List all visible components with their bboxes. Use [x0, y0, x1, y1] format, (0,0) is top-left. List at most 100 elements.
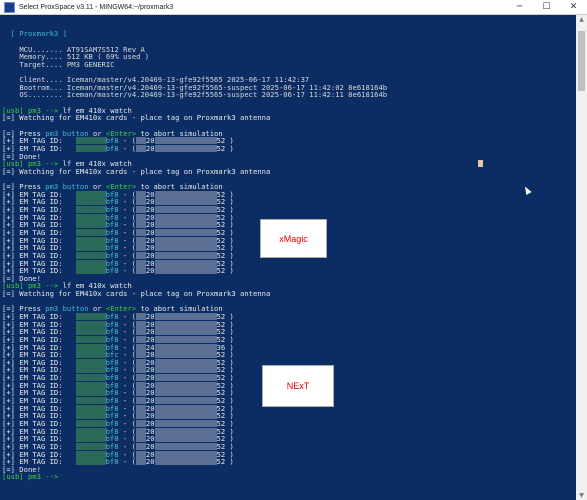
- redacted-block: [75, 221, 106, 229]
- watching-message: [=] Watching for EM410x cards - place ta…: [2, 289, 271, 299]
- redacted-block: [135, 313, 146, 320]
- tag-row: [+] EM TAG ID: bfc - (20 52 ): [2, 351, 575, 359]
- redacted-block: [135, 343, 146, 351]
- redacted-block: [135, 397, 146, 405]
- tag-close: ): [225, 457, 234, 467]
- os-info: OS........ Iceman/master/v4.20469-13-gfe…: [19, 90, 388, 100]
- redacted-block: [75, 198, 106, 206]
- done-line: [=] Done!: [2, 465, 575, 474]
- redacted-block: [154, 313, 217, 320]
- redacted-block: [75, 397, 106, 405]
- redacted-block: [75, 335, 106, 343]
- maximize-button[interactable]: ☐: [533, 0, 560, 14]
- redacted-block: [135, 198, 146, 206]
- redacted-block: [135, 427, 146, 435]
- redacted-block: [75, 404, 106, 412]
- final-prompt: [usb] pm3 -->: [2, 472, 59, 482]
- redacted-block: [75, 313, 106, 320]
- redacted-block: [154, 427, 217, 435]
- scroll-thumb[interactable]: [578, 31, 585, 91]
- redacted-block: [75, 236, 106, 244]
- target-info: Target.... PM3 GENERIC: [19, 59, 115, 69]
- abort-or: or: [88, 128, 106, 138]
- redacted-block: [75, 358, 106, 366]
- redacted-block: [135, 458, 146, 466]
- redacted-block: [75, 389, 106, 397]
- redacted-block: [75, 442, 106, 450]
- tag-id-end: 52: [216, 457, 226, 467]
- tag-row: [+] EM TAG ID: bf8 - (20 52 ): [2, 145, 575, 153]
- scroll-down-icon[interactable]: ▼: [576, 491, 587, 500]
- terminal-window: Select ProxSpace v3.11 - MINGW64:~/proxm…: [0, 0, 587, 500]
- watching-message: [=] Watching for EM410x cards - place ta…: [2, 166, 271, 176]
- redacted-block: [135, 320, 146, 328]
- redacted-block: [135, 450, 146, 458]
- redacted-block: [75, 366, 106, 374]
- redacted-block: [75, 267, 106, 275]
- redacted-block: [75, 412, 106, 420]
- tag-id-start: 20: [145, 266, 155, 276]
- final-prompt-line: [usb] pm3 -->: [2, 473, 575, 481]
- redacted-block: [135, 213, 146, 221]
- watching-line: [=] Watching for EM410x cards - place ta…: [2, 114, 575, 122]
- redacted-block: [135, 251, 146, 259]
- redacted-block: [154, 228, 217, 236]
- redacted-block: [154, 251, 217, 259]
- redacted-block: [154, 137, 217, 145]
- redacted-block: [135, 228, 146, 236]
- redacted-block: [154, 458, 217, 466]
- tag-close: ): [225, 143, 234, 153]
- title-bar[interactable]: Select ProxSpace v3.11 - MINGW64:~/proxm…: [0, 0, 587, 15]
- tag-id-end: 52: [216, 266, 226, 276]
- close-button[interactable]: ✕: [560, 0, 587, 14]
- tag-bf: bf8: [105, 143, 119, 153]
- tag-row: [+] EM TAG ID: bf8 - (20 52 ): [2, 427, 575, 436]
- brand-header: [ Proxmark3 ]: [10, 29, 67, 39]
- watching-message: [=] Watching for EM410x cards - place ta…: [2, 113, 271, 123]
- tag-sep: - (: [118, 457, 136, 467]
- redacted-block: [154, 374, 217, 382]
- minimize-button[interactable]: ─: [506, 0, 533, 14]
- redacted-block: [154, 419, 217, 427]
- redacted-block: [135, 137, 146, 145]
- tag-row: [+] EM TAG ID: bf8 - (20 52 ): [2, 198, 575, 206]
- redacted-block: [75, 190, 106, 198]
- redacted-block: [135, 335, 146, 343]
- tag-row: [+] EM TAG ID: bf8 - (20 52 ): [2, 267, 575, 275]
- abort-line: [=] Press pm3 button or <Enter> to abort…: [2, 128, 575, 138]
- redacted-block: [75, 458, 106, 466]
- abort-line: [=] Press pm3 button or <Enter> to abort…: [2, 183, 575, 191]
- tag-row: [+] EM TAG ID: bf8 - (20 52 ): [2, 206, 575, 214]
- redacted-block: [75, 137, 106, 145]
- redacted-block: [135, 366, 146, 374]
- redacted-block: [154, 198, 217, 206]
- redacted-block: [135, 389, 146, 397]
- xmagic-label: xMagic: [260, 219, 327, 258]
- tag-row: [+] EM TAG ID: bf8 - (20 52 ): [2, 259, 575, 268]
- redacted-block: [154, 259, 217, 267]
- vertical-scrollbar[interactable]: ▲ ▼: [576, 15, 587, 500]
- abort-or: or: [88, 182, 106, 192]
- redacted-block: [75, 144, 106, 152]
- pad: [63, 144, 76, 153]
- redacted-block: [135, 236, 146, 244]
- redacted-block: [75, 328, 106, 336]
- tag-row: [+] EM TAG ID: bf8 - (20 52 ): [2, 320, 575, 329]
- redacted-block: [75, 427, 106, 435]
- scroll-up-icon[interactable]: ▲: [576, 15, 587, 24]
- redacted-block: [75, 374, 106, 382]
- tag-sep: - (: [118, 266, 136, 276]
- abort-line: [=] Press pm3 button or <Enter> to abort…: [2, 305, 575, 313]
- redacted-block: [154, 343, 217, 351]
- redacted-block: [154, 435, 217, 443]
- pad: [63, 457, 76, 466]
- window-title: Select ProxSpace v3.11 - MINGW64:~/proxm…: [19, 3, 174, 11]
- redacted-block: [135, 435, 146, 443]
- next-label: NExT: [262, 365, 334, 407]
- redacted-block: [135, 259, 146, 267]
- redacted-block: [154, 190, 217, 198]
- redacted-block: [154, 366, 217, 374]
- tag-row: [+] EM TAG ID: bf8 - (20 52 ): [2, 458, 575, 466]
- tag-row: [+] EM TAG ID: bf8 - (20 52 ): [2, 435, 575, 443]
- redacted-block: [135, 190, 146, 198]
